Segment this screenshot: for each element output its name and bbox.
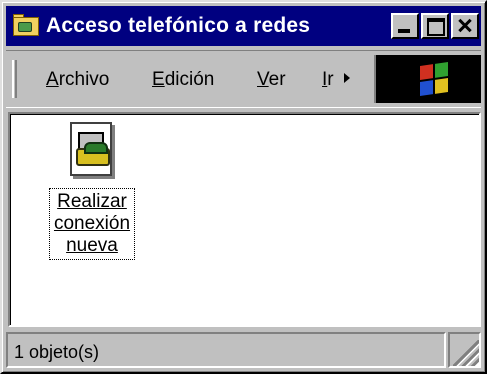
- status-bar: 1 objeto(s): [6, 332, 481, 368]
- menu-bar: Archivo Edición Ver Ir: [6, 50, 481, 108]
- menu-archivo-label: rchivo: [58, 69, 110, 90]
- brand-throbber: [374, 55, 481, 103]
- menu-ver-accel: V: [257, 69, 269, 90]
- menu-ir[interactable]: Ir: [322, 69, 334, 91]
- title-bar[interactable]: Acceso telefónico a redes: [6, 6, 481, 46]
- maximize-button[interactable]: [421, 13, 449, 39]
- menu-edicion[interactable]: Edición: [152, 69, 214, 91]
- status-panel: [448, 332, 481, 368]
- file-view[interactable]: Realizar conexión nueva: [8, 112, 481, 327]
- menu-archivo[interactable]: Archivo: [46, 69, 109, 91]
- menu-edicion-label: dición: [164, 69, 215, 90]
- menu-edicion-accel: E: [152, 69, 165, 90]
- make-new-connection-icon[interactable]: [66, 122, 118, 180]
- chevron-right-icon[interactable]: [344, 73, 350, 83]
- toolbar-grip[interactable]: [12, 60, 17, 98]
- minimize-button[interactable]: [391, 13, 419, 39]
- menu-ir-label: r: [327, 69, 334, 90]
- window-title: Acceso telefónico a redes: [46, 14, 311, 37]
- make-new-connection-item[interactable]: Realizar conexión nueva: [42, 122, 142, 260]
- windows-logo-icon: [420, 62, 448, 96]
- item-label-line: conexión: [53, 213, 131, 234]
- dialup-folder-icon[interactable]: [12, 13, 40, 39]
- window: Acceso telefónico a redes Archivo Edició…: [0, 0, 487, 374]
- close-button[interactable]: [451, 13, 479, 39]
- resize-grip-icon[interactable]: [453, 340, 479, 366]
- menu-ver-label: er: [268, 69, 286, 90]
- menu-ver[interactable]: Ver: [257, 69, 286, 91]
- item-label-line: nueva: [66, 235, 118, 256]
- item-label[interactable]: Realizar conexión nueva: [48, 188, 136, 260]
- menu-archivo-accel: A: [46, 69, 59, 90]
- item-label-line: Realizar: [57, 191, 127, 212]
- status-text: 1 objeto(s): [6, 332, 446, 368]
